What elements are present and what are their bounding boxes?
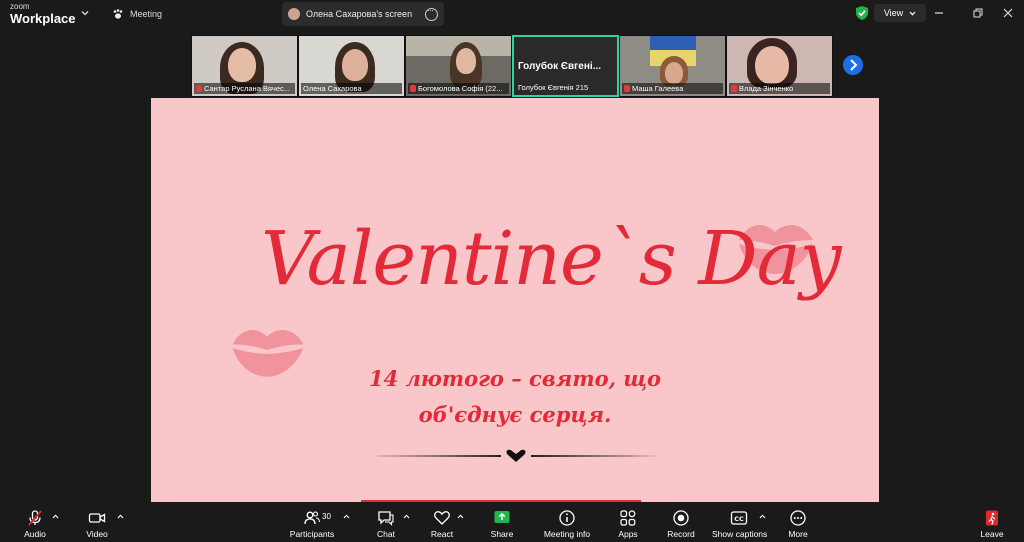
record-label: Record (667, 529, 695, 539)
participant-name: Богомолова Софія (22... (418, 84, 503, 93)
heart-icon (434, 511, 450, 525)
leave-icon (986, 510, 998, 526)
chevron-right-icon (850, 59, 858, 71)
screen-share-indicator[interactable]: Олена Сахарова's screen (282, 2, 444, 26)
shared-screen: Valentine`s Day 14 лютого – свято, що об… (151, 98, 879, 502)
participant-display-name: Голубок Євгені... (518, 61, 602, 72)
apps-icon (620, 510, 636, 526)
zoom-logo: zoom Workplace (10, 2, 76, 26)
react-label: React (430, 529, 454, 539)
video-camera-icon (88, 513, 106, 523)
svg-text:CC: CC (734, 515, 744, 523)
mic-muted-icon (731, 85, 737, 92)
participant-strip: Сантар Руслана Вячес... Олена Сахарова Б… (191, 35, 833, 97)
record-button[interactable]: Record (666, 509, 696, 539)
audio-label: Audio (24, 529, 46, 539)
participant-tile[interactable]: Богомолова Софія (22... (405, 35, 512, 97)
chevron-up-icon[interactable] (457, 514, 464, 519)
meeting-info-label: Meeting info (543, 529, 591, 539)
slide-title: Valentine`s Day (261, 216, 842, 302)
chevron-up-icon[interactable] (117, 514, 124, 519)
participant-name-tag: Богомолова Софія (22... (408, 83, 509, 94)
more-icon (790, 510, 806, 526)
view-button[interactable]: View (874, 4, 926, 22)
participant-name: Голубок Євгенія 215 (518, 83, 589, 92)
slide-subtitle-line2: об'єднує серця. (418, 402, 612, 427)
chat-label: Chat (377, 529, 395, 539)
next-page-button[interactable] (843, 55, 863, 75)
meeting-toolbar: Audio Video Participants 30 Chat React S… (0, 506, 1024, 542)
participants-icon (304, 511, 321, 525)
chevron-up-icon[interactable] (759, 514, 766, 519)
meeting-label: Meeting (130, 9, 163, 19)
video-button[interactable]: Video (82, 509, 112, 539)
show-captions-button[interactable]: CC Show captions (712, 509, 768, 539)
apps-button[interactable]: Apps (614, 509, 642, 539)
chevron-up-icon[interactable] (52, 514, 59, 519)
participants-count: 30 (322, 512, 331, 521)
participant-name-tag: Маша Галеева (622, 83, 723, 94)
audio-button[interactable]: Audio (20, 509, 50, 539)
captions-label: Show captions (712, 529, 768, 539)
slide-edge (361, 500, 641, 502)
meeting-button[interactable]: Meeting (112, 6, 162, 22)
participant-tile[interactable]: Сантар Руслана Вячес... (191, 35, 298, 97)
share-label: Share (490, 529, 514, 539)
leave-label: Leave (980, 529, 1004, 539)
leave-button[interactable]: Leave (978, 509, 1006, 539)
shield-check-icon[interactable] (855, 5, 869, 21)
participant-tile-active-speaker[interactable]: Голубок Євгені... Голубок Євгенія 215 (512, 35, 619, 97)
chevron-down-icon (909, 11, 916, 16)
mic-muted-icon (196, 85, 202, 92)
top-bar: zoom Workplace Meeting Олена Сахарова's … (0, 0, 1024, 28)
record-icon (673, 510, 689, 526)
brand-small: zoom (10, 2, 30, 11)
participant-name: Влада Зінченко (739, 84, 794, 93)
mic-muted-icon (28, 510, 42, 526)
chevron-up-icon[interactable] (343, 514, 350, 519)
heart-divider (371, 449, 661, 462)
slide-subtitle-line1: 14 лютого – свято, що (368, 366, 662, 391)
participant-name-tag: Сантар Руслана Вячес... (194, 83, 295, 94)
mic-muted-icon (624, 85, 630, 92)
more-label: More (788, 529, 808, 539)
video-label: Video (86, 529, 108, 539)
participant-name: Сантар Руслана Вячес... (204, 84, 291, 93)
chevron-up-icon[interactable] (403, 514, 410, 519)
restore-icon[interactable] (971, 6, 985, 20)
participant-name: Маша Галеева (632, 84, 684, 93)
more-options-icon[interactable] (425, 5, 438, 21)
chat-icon (378, 511, 394, 526)
participant-name-tag: Олена Сахарова (301, 83, 402, 94)
avatar (288, 8, 300, 20)
react-button[interactable]: React (428, 509, 456, 539)
paw-icon (113, 9, 123, 19)
participant-name: Олена Сахарова (303, 84, 362, 93)
close-icon[interactable] (1001, 6, 1015, 20)
chat-button[interactable]: Chat (372, 509, 400, 539)
participant-tile[interactable]: Маша Галеева (619, 35, 726, 97)
share-screen-icon (494, 511, 510, 523)
share-button[interactable]: Share (488, 509, 516, 539)
meeting-info-button[interactable]: Meeting info (540, 509, 594, 539)
participant-name-tag: Голубок Євгенія 215 (516, 82, 615, 93)
participant-name-tag: Влада Зінченко (729, 83, 830, 94)
info-icon (559, 510, 575, 526)
mic-muted-icon (410, 85, 416, 92)
participants-label: Participants (289, 529, 335, 539)
apps-label: Apps (618, 529, 638, 539)
view-label: View (883, 8, 904, 18)
more-button[interactable]: More (784, 509, 812, 539)
sharing-label: Олена Сахарова's screen (306, 9, 413, 19)
closed-captions-icon: CC (730, 511, 748, 525)
participant-tile[interactable]: Олена Сахарова (298, 35, 405, 97)
minimize-icon[interactable] (932, 6, 946, 20)
brand-large: Workplace (10, 11, 76, 26)
chevron-down-icon[interactable] (80, 8, 90, 18)
participant-tile[interactable]: Влада Зінченко (726, 35, 833, 97)
